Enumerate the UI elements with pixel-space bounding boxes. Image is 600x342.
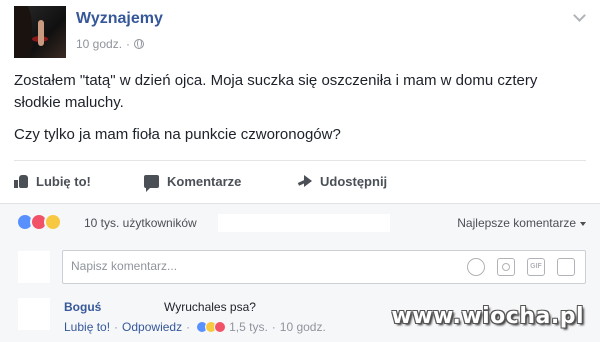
post-meta: 10 godz. ·: [76, 37, 145, 51]
meta-separator: ·: [114, 320, 119, 334]
share-arrow-icon: [298, 175, 312, 187]
comment-sort-dropdown[interactable]: Najlepsze komentarze: [457, 216, 586, 230]
emoji-icon[interactable]: [467, 258, 485, 276]
thumbs-up-icon: [14, 174, 28, 188]
share-label: Udostępnij: [320, 173, 388, 189]
redacted-area: [218, 214, 390, 232]
comment-time[interactable]: 10 godz.: [280, 320, 326, 334]
composer-tools: GIF: [467, 258, 575, 276]
comment-reply-link[interactable]: Odpowiedz: [122, 320, 182, 334]
gif-icon[interactable]: GIF: [527, 258, 545, 276]
share-button[interactable]: Udostępnij: [298, 174, 387, 189]
comment-button[interactable]: Komentarze: [144, 173, 298, 192]
reaction-icons[interactable]: [16, 213, 62, 231]
action-bar: Lubię to! Komentarze Udostępnij: [14, 170, 586, 192]
redacted-avatar: [18, 298, 50, 330]
page-name[interactable]: Wyznajemy: [76, 10, 163, 28]
camera-icon[interactable]: [497, 258, 515, 276]
comment-meta: Lubię to! · Odpowiedz · 1,5 tys. · 10 go…: [64, 320, 326, 334]
page-avatar[interactable]: [14, 6, 66, 58]
comment-reaction-count[interactable]: 1,5 tys.: [229, 320, 268, 334]
meta-separator: ·: [271, 320, 276, 334]
love-reaction-icon: [214, 321, 227, 333]
meta-separator: ·: [126, 37, 131, 51]
comment-text: Wyruchales psa?: [164, 300, 256, 314]
comment-input[interactable]: [71, 259, 431, 273]
meta-separator: ·: [186, 320, 191, 334]
comment-label: Komentarze: [167, 173, 242, 189]
comment-reaction-icons[interactable]: [196, 321, 227, 333]
post-text-paragraph: Czy tylko ja mam fioła na punkcie czworo…: [14, 126, 341, 143]
caret-down-icon: [580, 221, 586, 226]
post-text-paragraph: Zostałem "tatą" w dzień ojca. Moja suczk…: [14, 72, 538, 111]
like-label: Lubię to!: [36, 173, 91, 189]
comment-like-link[interactable]: Lubię to!: [64, 320, 110, 334]
post-text: Zostałem "tatą" w dzień ojca. Moja suczk…: [14, 70, 574, 156]
comment-icon: [144, 174, 159, 192]
divider: [14, 160, 586, 161]
avatar-hair: [14, 6, 32, 58]
comment-composer: GIF: [62, 250, 586, 284]
reaction-count[interactable]: 10 tys. użytkowników: [84, 216, 197, 230]
comment-sort-label: Najlepsze komentarze: [457, 216, 576, 230]
globe-icon: [134, 39, 145, 49]
avatar-finger: [38, 20, 44, 46]
redacted-avatar: [18, 251, 50, 283]
facebook-post: Wyznajemy 10 godz. · Zostałem "tatą" w d…: [0, 0, 600, 342]
post-time[interactable]: 10 godz.: [76, 37, 122, 51]
sticker-icon[interactable]: [557, 258, 575, 276]
reactions-bar: 10 tys. użytkowników Najlepsze komentarz…: [0, 203, 600, 241]
haha-reaction-icon: [44, 213, 62, 231]
like-button[interactable]: Lubię to!: [14, 174, 144, 189]
chevron-down-icon[interactable]: [572, 10, 586, 24]
site-watermark: www.wiocha.pl: [391, 304, 584, 329]
comment-author[interactable]: Boguś: [64, 300, 101, 314]
